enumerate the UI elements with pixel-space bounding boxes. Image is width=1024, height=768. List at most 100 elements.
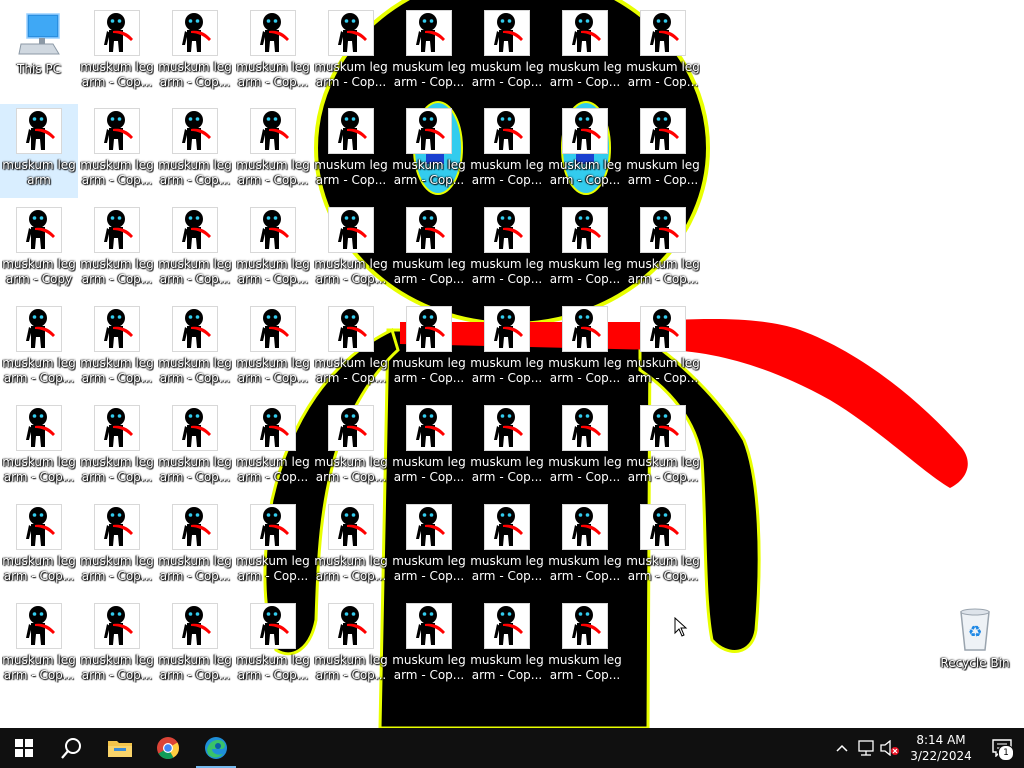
stick-figure-thumbnail-icon bbox=[104, 210, 133, 249]
file-label: muskum leg arm - Cop... bbox=[236, 455, 310, 484]
file-label: muskum leg arm - Cop... bbox=[158, 653, 232, 682]
chrome-button[interactable] bbox=[144, 728, 192, 768]
file-thumbnail bbox=[250, 207, 296, 253]
file-icon-r6c5[interactable]: muskum leg arm - Cop... bbox=[312, 500, 390, 594]
file-icon-r2c2[interactable]: muskum leg arm - Cop... bbox=[78, 104, 156, 198]
file-icon-r7c8[interactable]: muskum leg arm - Cop... bbox=[546, 599, 624, 693]
clock[interactable]: 8:14 AM 3/22/2024 bbox=[902, 728, 980, 768]
file-icon-r7c4[interactable]: muskum leg arm - Cop... bbox=[234, 599, 312, 693]
file-icon-r1c5[interactable]: muskum leg arm - Cop... bbox=[312, 6, 390, 100]
stick-figure-thumbnail-icon bbox=[182, 309, 211, 348]
file-thumbnail bbox=[94, 108, 140, 154]
file-icon-r1c4[interactable]: muskum leg arm - Cop... bbox=[234, 6, 312, 100]
file-icon-r4c5[interactable]: muskum leg arm - Cop... bbox=[312, 302, 390, 396]
file-thumbnail bbox=[172, 10, 218, 56]
file-icon-r6c2[interactable]: muskum leg arm - Cop... bbox=[78, 500, 156, 594]
taskbar: 8:14 AM 3/22/2024 1 bbox=[0, 728, 1024, 768]
file-icon-r5c6[interactable]: muskum leg arm - Cop... bbox=[390, 401, 468, 495]
file-icon-r2c1[interactable]: muskum leg arm bbox=[0, 104, 78, 198]
file-icon-r4c2[interactable]: muskum leg arm - Cop... bbox=[78, 302, 156, 396]
file-label: muskum leg arm - Cop... bbox=[470, 554, 544, 583]
file-icon-r4c7[interactable]: muskum leg arm - Cop... bbox=[468, 302, 546, 396]
file-icon-r7c7[interactable]: muskum leg arm - Cop... bbox=[468, 599, 546, 693]
file-icon-r3c9[interactable]: muskum leg arm - Cop... bbox=[624, 203, 702, 297]
file-label: muskum leg arm - Cop... bbox=[626, 455, 700, 484]
file-icon-r3c7[interactable]: muskum leg arm - Cop... bbox=[468, 203, 546, 297]
file-icon-r2c9[interactable]: muskum leg arm - Cop... bbox=[624, 104, 702, 198]
file-icon-r3c8[interactable]: muskum leg arm - Cop... bbox=[546, 203, 624, 297]
desktop[interactable]: This PC ♻ Recycle Bin muskum leg arm - C… bbox=[0, 0, 1024, 728]
this-pc-shortcut[interactable]: This PC bbox=[0, 6, 78, 100]
file-icon-r6c7[interactable]: muskum leg arm - Cop... bbox=[468, 500, 546, 594]
file-icon-r1c3[interactable]: muskum leg arm - Cop... bbox=[156, 6, 234, 100]
file-icon-r1c6[interactable]: muskum leg arm - Cop... bbox=[390, 6, 468, 100]
file-icon-r2c6[interactable]: muskum leg arm - Cop... bbox=[390, 104, 468, 198]
file-icon-r4c3[interactable]: muskum leg arm - Cop... bbox=[156, 302, 234, 396]
file-icon-r2c5[interactable]: muskum leg arm - Cop... bbox=[312, 104, 390, 198]
file-icon-r6c4[interactable]: muskum leg arm - Cop... bbox=[234, 500, 312, 594]
file-label: muskum leg arm - Cop... bbox=[548, 158, 622, 187]
show-hidden-icons-button[interactable] bbox=[830, 728, 854, 768]
file-label: muskum leg arm - Cop... bbox=[392, 356, 466, 385]
stick-figure-thumbnail-icon bbox=[260, 507, 289, 546]
file-icon-r4c8[interactable]: muskum leg arm - Cop... bbox=[546, 302, 624, 396]
file-icon-r6c8[interactable]: muskum leg arm - Cop... bbox=[546, 500, 624, 594]
file-icon-r4c4[interactable]: muskum leg arm - Cop... bbox=[234, 302, 312, 396]
file-icon-r5c2[interactable]: muskum leg arm - Cop... bbox=[78, 401, 156, 495]
stick-figure-thumbnail-icon bbox=[338, 111, 367, 150]
file-icon-r1c9[interactable]: muskum leg arm - Cop... bbox=[624, 6, 702, 100]
file-icon-r5c7[interactable]: muskum leg arm - Cop... bbox=[468, 401, 546, 495]
file-thumbnail bbox=[16, 405, 62, 451]
file-icon-r3c4[interactable]: muskum leg arm - Cop... bbox=[234, 203, 312, 297]
file-icon-r1c2[interactable]: muskum leg arm - Cop... bbox=[78, 6, 156, 100]
file-icon-r7c5[interactable]: muskum leg arm - Cop... bbox=[312, 599, 390, 693]
volume-button[interactable] bbox=[878, 728, 902, 768]
file-icon-r3c6[interactable]: muskum leg arm - Cop... bbox=[390, 203, 468, 297]
file-icon-r5c1[interactable]: muskum leg arm - Cop... bbox=[0, 401, 78, 495]
file-icon-r2c7[interactable]: muskum leg arm - Cop... bbox=[468, 104, 546, 198]
recycle-bin-shortcut[interactable]: ♻ Recycle Bin bbox=[936, 600, 1014, 694]
file-thumbnail bbox=[562, 504, 608, 550]
file-icon-r3c1[interactable]: muskum leg arm - Copy bbox=[0, 203, 78, 297]
file-icon-r5c5[interactable]: muskum leg arm - Cop... bbox=[312, 401, 390, 495]
file-explorer-button[interactable] bbox=[96, 728, 144, 768]
file-icon-r6c3[interactable]: muskum leg arm - Cop... bbox=[156, 500, 234, 594]
file-icon-r6c9[interactable]: muskum leg arm - Cop... bbox=[624, 500, 702, 594]
file-icon-r6c1[interactable]: muskum leg arm - Cop... bbox=[0, 500, 78, 594]
file-icon-r5c8[interactable]: muskum leg arm - Cop... bbox=[546, 401, 624, 495]
stick-figure-thumbnail-icon bbox=[182, 507, 211, 546]
file-icon-r5c4[interactable]: muskum leg arm - Cop... bbox=[234, 401, 312, 495]
file-icon-r7c6[interactable]: muskum leg arm - Cop... bbox=[390, 599, 468, 693]
file-icon-r7c1[interactable]: muskum leg arm - Cop... bbox=[0, 599, 78, 693]
start-button[interactable] bbox=[0, 728, 48, 768]
file-thumbnail bbox=[406, 306, 452, 352]
file-icon-r7c3[interactable]: muskum leg arm - Cop... bbox=[156, 599, 234, 693]
file-icon-r3c3[interactable]: muskum leg arm - Cop... bbox=[156, 203, 234, 297]
file-icon-r4c9[interactable]: muskum leg arm - Cop... bbox=[624, 302, 702, 396]
edge-button[interactable] bbox=[192, 728, 240, 768]
file-thumbnail bbox=[562, 108, 608, 154]
network-button[interactable] bbox=[854, 728, 878, 768]
file-icon-r3c5[interactable]: muskum leg arm - Cop... bbox=[312, 203, 390, 297]
file-label: muskum leg arm - Cop... bbox=[80, 554, 154, 583]
file-thumbnail bbox=[172, 405, 218, 451]
file-thumbnail bbox=[640, 207, 686, 253]
action-center-button[interactable]: 1 bbox=[980, 728, 1024, 768]
file-icon-r3c2[interactable]: muskum leg arm - Cop... bbox=[78, 203, 156, 297]
search-button[interactable] bbox=[48, 728, 96, 768]
file-icon-r7c2[interactable]: muskum leg arm - Cop... bbox=[78, 599, 156, 693]
file-icon-r2c3[interactable]: muskum leg arm - Cop... bbox=[156, 104, 234, 198]
file-icon-r1c7[interactable]: muskum leg arm - Cop... bbox=[468, 6, 546, 100]
file-thumbnail bbox=[16, 603, 62, 649]
file-icon-r2c8[interactable]: muskum leg arm - Cop... bbox=[546, 104, 624, 198]
file-label: muskum leg arm - Cop... bbox=[470, 455, 544, 484]
file-icon-r4c6[interactable]: muskum leg arm - Cop... bbox=[390, 302, 468, 396]
file-icon-r5c3[interactable]: muskum leg arm - Cop... bbox=[156, 401, 234, 495]
stick-figure-thumbnail-icon bbox=[182, 210, 211, 249]
file-icon-r2c4[interactable]: muskum leg arm - Cop... bbox=[234, 104, 312, 198]
file-icon-r5c9[interactable]: muskum leg arm - Cop... bbox=[624, 401, 702, 495]
file-icon-r4c1[interactable]: muskum leg arm - Cop... bbox=[0, 302, 78, 396]
file-label: muskum leg arm - Cop... bbox=[158, 356, 232, 385]
file-icon-r6c6[interactable]: muskum leg arm - Cop... bbox=[390, 500, 468, 594]
file-icon-r1c8[interactable]: muskum leg arm - Cop... bbox=[546, 6, 624, 100]
